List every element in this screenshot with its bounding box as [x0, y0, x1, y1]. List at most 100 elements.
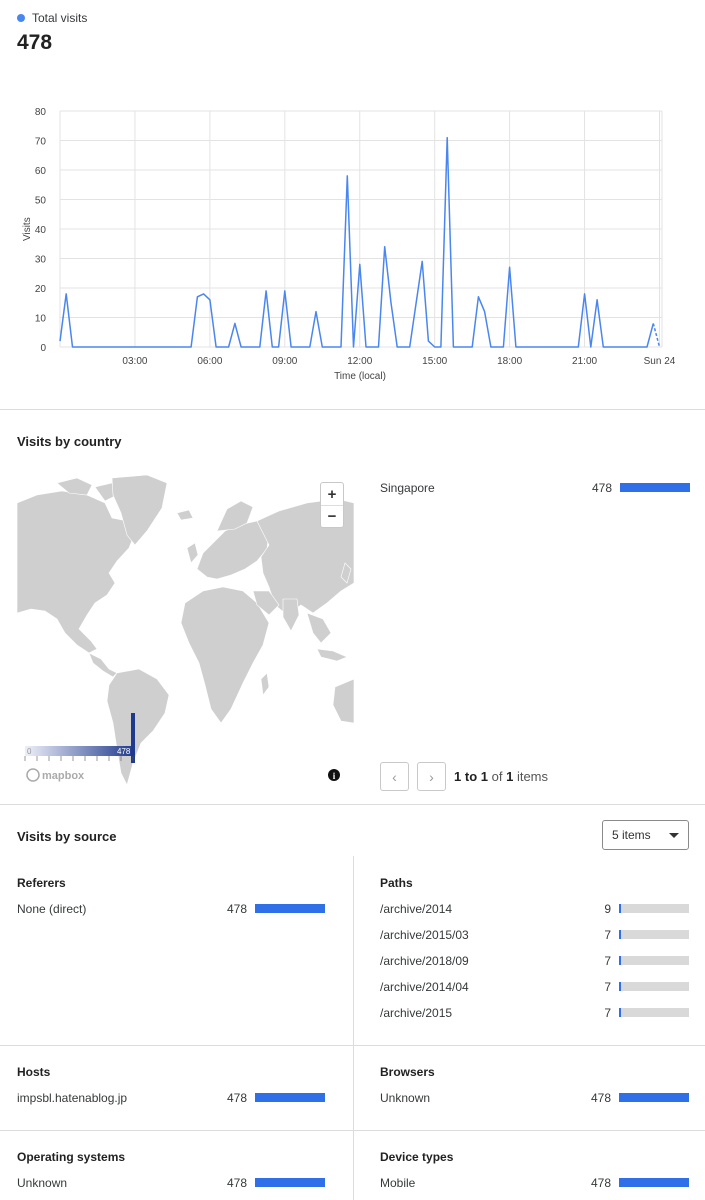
referers-panel: Referers None (direct) 478: [17, 876, 325, 928]
source-divider-2: [0, 1130, 705, 1131]
y-tick-label: 30: [35, 255, 47, 266]
map-zoom-control: + −: [320, 482, 344, 528]
path-row[interactable]: /archive/2015 7: [380, 1006, 689, 1032]
legend-label: Total visits: [32, 11, 88, 25]
map-legend-max: 478: [117, 747, 131, 756]
source-vertical-divider: [353, 856, 354, 1200]
path-label: /archive/2014: [380, 902, 453, 916]
map-legend-min: 0: [27, 747, 32, 756]
map-southeast-asia: [306, 612, 332, 644]
y-tick-label: 50: [35, 196, 47, 207]
chart-y-ticks: 0 10 20 30 40 50 60 70 80: [35, 107, 47, 354]
referers-title: Referers: [17, 876, 66, 890]
path-count: 9: [604, 902, 611, 916]
visits-by-country-title: Visits by country: [17, 434, 122, 449]
y-tick-label: 10: [35, 314, 47, 325]
map-europe: [196, 520, 270, 580]
visits-line-chart[interactable]: 0 10 20 30 40 50 60 70 80 03:00 06:00 09:00 12:00 15…: [0, 95, 705, 395]
host-row[interactable]: impsbl.hatenablog.jp 478: [17, 1091, 325, 1117]
x-tick-label: 18:00: [497, 356, 522, 367]
device-row[interactable]: Mobile 478: [380, 1176, 689, 1200]
os-row[interactable]: Unknown 478: [17, 1176, 325, 1200]
map-central-america: [88, 652, 118, 678]
browser-label: Unknown: [380, 1091, 431, 1105]
path-label: /archive/2015: [380, 1006, 453, 1020]
path-row[interactable]: /archive/2018/09 7: [380, 954, 689, 980]
pager-prev-button[interactable]: ‹: [380, 762, 409, 791]
chart-y-axis-label: Visits: [22, 217, 33, 241]
x-tick-label: 15:00: [422, 356, 447, 367]
path-count: 7: [604, 980, 611, 994]
chart-grid: [59, 110, 663, 348]
path-bar: [619, 904, 689, 913]
device-count: 478: [590, 1176, 611, 1190]
pager-next-button[interactable]: ›: [417, 762, 446, 791]
map-info-icon[interactable]: i: [328, 769, 340, 781]
hosts-panel: Hosts impsbl.hatenablog.jp 478: [17, 1065, 325, 1117]
visits-by-source-section: Visits by source 5 items Referers None (…: [0, 806, 705, 1200]
device-bar: [619, 1178, 689, 1187]
devices-panel: Device types Mobile 478: [380, 1150, 689, 1200]
path-label: /archive/2014/04: [380, 980, 469, 994]
path-count: 7: [604, 954, 611, 968]
zoom-in-button[interactable]: +: [321, 483, 343, 505]
map-uk: [186, 542, 199, 564]
x-tick-label: 09:00: [272, 356, 297, 367]
items-count-select[interactable]: 5 items: [602, 820, 689, 850]
os-title: Operating systems: [17, 1150, 126, 1164]
path-bar: [619, 982, 689, 991]
map-north-america: [17, 490, 136, 654]
y-tick-label: 80: [35, 107, 47, 118]
chart-x-ticks: 03:00 06:00 09:00 12:00 15:00 18:00 21:00 Sun 2…: [122, 356, 675, 367]
paths-panel: Paths /archive/2014 9 /archive/2015/03 7…: [380, 876, 689, 1032]
country-bar: [620, 483, 690, 492]
map-iceland: [176, 509, 194, 521]
source-divider-1: [0, 1045, 705, 1046]
browser-row[interactable]: Unknown 478: [380, 1091, 689, 1117]
map-madagascar: [260, 672, 270, 696]
x-tick-label: Sun 24: [644, 356, 676, 367]
host-label: impsbl.hatenablog.jp: [17, 1091, 128, 1105]
x-tick-label: 06:00: [197, 356, 222, 367]
world-map[interactable]: 0 478 mapbox i: [17, 473, 354, 791]
referer-label: None (direct): [17, 902, 87, 916]
path-bar: [619, 930, 689, 939]
legend-dot-icon: [17, 14, 25, 22]
map-south-america: [106, 668, 170, 786]
y-tick-label: 60: [35, 166, 47, 177]
country-pager: ‹ › 1 to 1 of 1 items: [380, 762, 548, 791]
chevron-right-icon: ›: [429, 768, 434, 785]
visits-by-source-title: Visits by source: [17, 829, 117, 844]
map-africa: [180, 586, 270, 724]
zoom-out-button[interactable]: −: [321, 505, 343, 527]
x-tick-label: 21:00: [572, 356, 597, 367]
visits-by-country-section: Visits by country 0 478 mapbox i Singapo…: [0, 411, 705, 805]
chart-x-axis-label: Time (local): [334, 371, 386, 382]
path-row[interactable]: /archive/2014/04 7: [380, 980, 689, 1006]
device-label: Mobile: [380, 1176, 416, 1190]
browser-count: 478: [590, 1091, 611, 1105]
total-visits-value: 478: [17, 31, 53, 54]
y-tick-label: 70: [35, 137, 47, 148]
path-row[interactable]: /archive/2014 9: [380, 902, 689, 928]
referer-row[interactable]: None (direct) 478: [17, 902, 325, 928]
map-indonesia: [316, 648, 348, 662]
chevron-left-icon: ‹: [392, 768, 397, 785]
y-tick-label: 0: [40, 343, 46, 354]
path-label: /archive/2018/09: [380, 954, 469, 968]
country-row[interactable]: Singapore 478: [380, 481, 690, 499]
visits-series-line: [59, 136, 655, 348]
path-row[interactable]: /archive/2015/03 7: [380, 928, 689, 954]
path-bar: [619, 1008, 689, 1017]
browser-bar: [619, 1093, 689, 1102]
visits-series-partial: [652, 323, 661, 348]
host-count: 478: [226, 1091, 247, 1105]
mapbox-logo[interactable]: mapbox: [26, 768, 85, 782]
country-name: Singapore: [380, 481, 435, 495]
host-bar: [255, 1093, 325, 1102]
devices-title: Device types: [380, 1150, 454, 1164]
total-visits-legend[interactable]: Total visits: [17, 11, 87, 25]
os-label: Unknown: [17, 1176, 68, 1190]
referer-count: 478: [226, 902, 247, 916]
y-tick-label: 20: [35, 284, 47, 295]
